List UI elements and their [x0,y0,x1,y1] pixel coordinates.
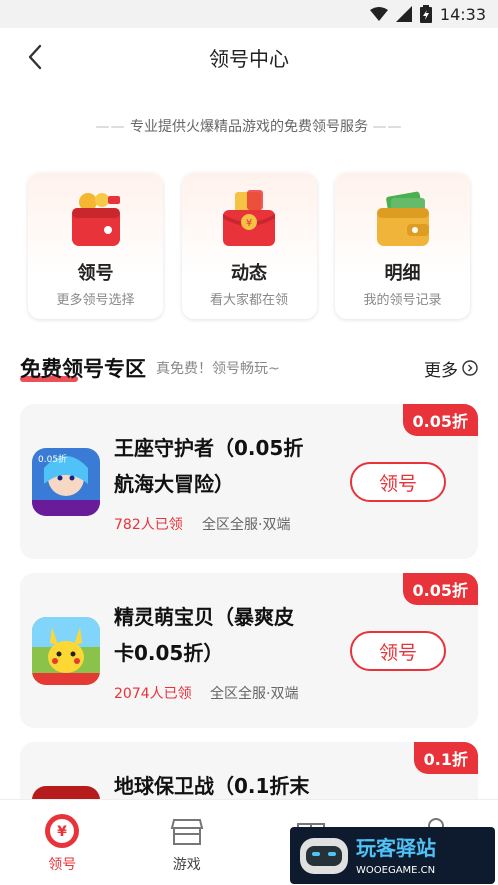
watermark-text: 玩客驿站 WOOEGAME.CN [356,836,436,876]
game-name-line1: 精灵萌宝贝（暴爽皮 [114,605,294,629]
battery-icon [419,5,432,23]
game-name-line2: 卡0.05折） [114,641,224,665]
svg-text:¥: ¥ [246,218,252,229]
tab-claim[interactable]: ¥ 领号 [0,800,125,885]
game-name: 精灵萌宝贝（暴爽皮 卡0.05折） [114,599,344,671]
feature-claim-name: 领号 [77,263,114,284]
game-name-line2: 航海大冒险） [114,472,234,496]
feature-claim-desc: 更多领号选择 [56,293,135,308]
store-icon [170,819,204,845]
slogan-dash-left: —— [95,119,126,135]
more-label: 更多 [424,360,458,381]
section-header: 免费领号专区 真免费！领号畅玩~ 更多 [20,350,478,386]
status-time: 14:33 [439,4,486,24]
page-title: 领号中心 [209,46,289,71]
robot-icon [300,837,348,874]
feature-details-name: 明细 [384,263,421,284]
claim-button[interactable]: 领号 [350,462,446,502]
feature-claim[interactable]: 领号 更多领号选择 [28,173,163,319]
discount-badge: 0.05折 [402,404,478,436]
back-button[interactable] [20,42,50,72]
section-title: 免费领号专区 [20,353,146,383]
game-name-line1: 王座守护者（0.05折 [114,436,304,460]
claimed-count: 782人已领 [114,517,183,533]
svg-text:¥: ¥ [57,824,67,840]
signal-icon [395,6,412,22]
feature-details[interactable]: 明细 我的领号记录 [335,173,470,319]
claim-button[interactable]: 领号 [350,631,446,671]
chevron-left-icon [28,44,42,70]
svg-text:玩客驿站: 玩客驿站 [356,836,436,860]
feature-cards: 领号 更多领号选择 ¥ 动态 看大家都在领 明细 我的领号记录 [28,173,470,319]
svg-text:WOOEGAME.CN: WOOEGAME.CN [356,865,435,876]
feature-details-desc: 我的领号记录 [363,293,442,308]
wallet-cash-icon [370,187,436,253]
claimed-count: 2074人已领 [114,686,192,702]
feature-activity[interactable]: ¥ 动态 看大家都在领 [181,173,317,319]
feature-activity-desc: 看大家都在领 [209,293,288,308]
chevron-circle-right-icon [462,360,478,376]
slogan: —— 专业提供火爆精品游戏的免费领号服务 —— [0,116,498,136]
wifi-icon [369,7,388,21]
slogan-text: 专业提供火爆精品游戏的免费领号服务 [130,119,368,135]
red-envelope-icon: ¥ [216,187,282,253]
discount-badge: 0.05折 [402,573,478,605]
game-card[interactable]: 0.05折 0.05折 王座守护者（0.05折 航海大冒险） 782人已领 全区… [20,404,478,559]
game-card[interactable]: 0.05折 精灵萌宝贝（暴爽皮 卡0.05折） 2074人已领 全区全服·双端 … [20,573,478,728]
fantasy-hero-game-icon: 0.05折 [32,448,100,516]
discount-badge: 0.1折 [413,742,478,774]
slogan-dash-right: —— [372,119,403,135]
title-bar: 领号中心 [0,28,498,86]
server-tags: 全区全服·双端 [202,517,291,533]
yen-coin-icon: ¥ [45,814,80,848]
section-subtitle: 真免费！领号畅玩~ [156,361,280,377]
tab-claim-label: 领号 [48,857,77,873]
wallet-coins-icon [63,187,129,253]
tab-games-label: 游戏 [172,857,201,873]
game-name: 王座守护者（0.05折 航海大冒险） [114,430,344,502]
server-tags: 全区全服·双端 [210,686,299,702]
section-title-text: 免费领号专区 [20,357,146,381]
svg-text:0.05折: 0.05折 [38,453,67,465]
pikachu-game-icon [32,617,100,685]
feature-activity-name: 动态 [231,263,267,284]
tab-games[interactable]: 游戏 [125,800,250,885]
watermark-logo: 玩客驿站 WOOEGAME.CN [290,827,495,884]
status-bar: 14:33 [0,0,498,28]
more-link[interactable]: 更多 [424,356,478,381]
